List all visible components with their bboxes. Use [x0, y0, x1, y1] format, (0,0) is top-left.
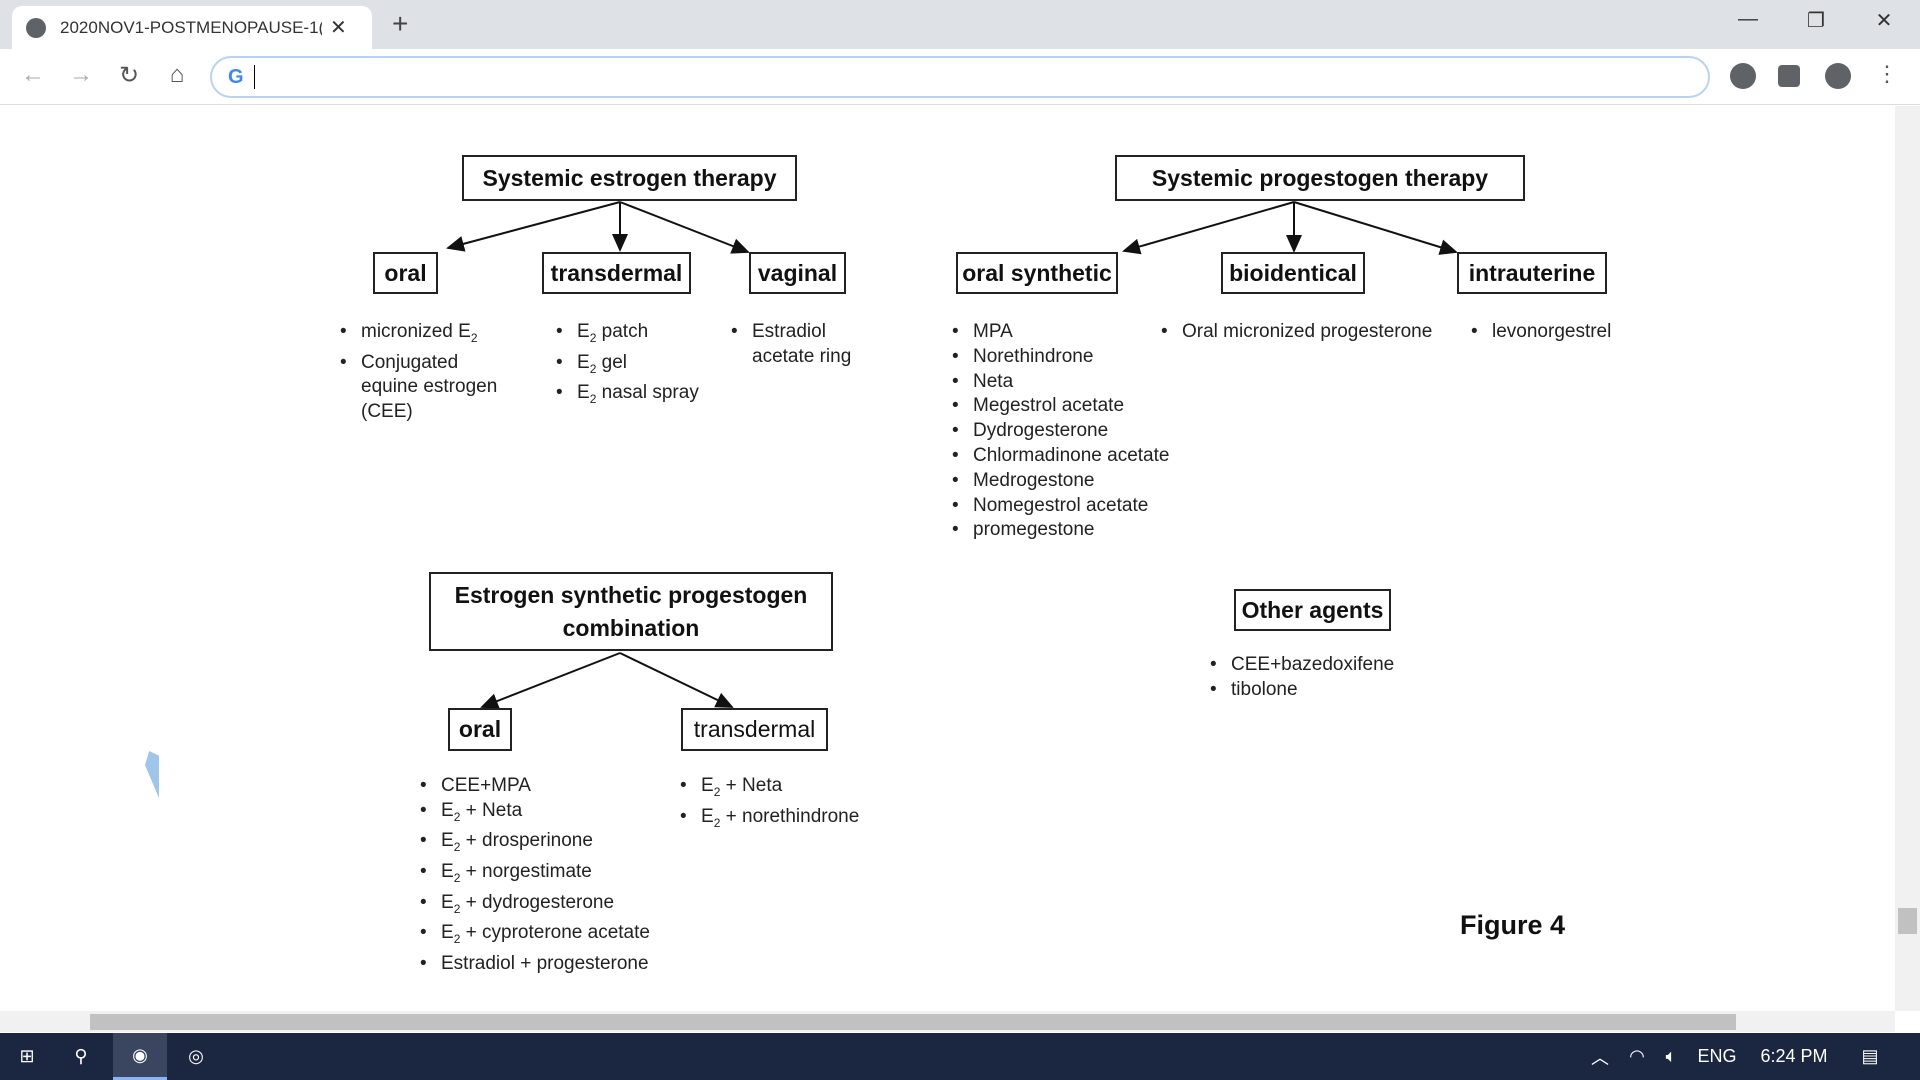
progestogen-bioidentical-box: bioidentical — [1221, 252, 1365, 294]
estrogen-oral-box: oral — [373, 252, 438, 294]
arrow — [480, 652, 621, 709]
list-item: E2 + Neta — [420, 799, 680, 830]
progestogen-bioidentical-list: Oral micronized progesterone — [1161, 320, 1461, 345]
list-item: tibolone — [1210, 678, 1450, 703]
list-item: Estradiol acetate ring — [731, 320, 871, 370]
list-item: Norethindrone — [952, 345, 1192, 370]
list-item: Dydrogesterone — [952, 419, 1192, 444]
list-item: Oral micronized progesterone — [1161, 320, 1461, 345]
vertical-scrollbar[interactable] — [1895, 106, 1920, 1011]
arrow — [619, 201, 750, 254]
list-item: micronized E2 — [340, 320, 520, 351]
clock[interactable]: 6:24 PM — [1752, 1033, 1836, 1080]
taskbar: ⊞ ⚲ ◉ ◎ ︿ ◠ 🔈︎ ENG 6:24 PM ▤ — [0, 1033, 1920, 1080]
list-item: Estradiol + progesterone — [420, 952, 680, 977]
list-item: E2 + cyproterone acetate — [420, 921, 680, 952]
arrow — [1122, 201, 1295, 255]
list-item: E2 nasal spray — [556, 381, 736, 412]
windows-start-icon[interactable]: ⊞ — [0, 1033, 54, 1080]
list-item: CEE+bazedoxifene — [1210, 653, 1450, 678]
list-item: Conjugated equine estrogen (CEE) — [340, 351, 520, 425]
list-item: levonorgestrel — [1471, 320, 1671, 345]
list-item: E2 + Neta — [680, 774, 900, 805]
notification-icon[interactable]: ▤ — [1855, 1033, 1885, 1080]
diagram-arrows — [446, 201, 1458, 709]
estrogen-transdermal-list: E2 patchE2 gelE2 nasal spray — [556, 320, 736, 412]
list-item: E2 gel — [556, 351, 736, 382]
list-item: E2 + dydrogesterone — [420, 891, 680, 922]
list-item: E2 + norgestimate — [420, 860, 680, 891]
list-item: E2 patch — [556, 320, 736, 351]
list-item: E2 + norethindrone — [680, 805, 900, 836]
list-item: MPA — [952, 320, 1192, 345]
combination-transdermal-box: transdermal — [681, 708, 828, 751]
list-item: Medrogestone — [952, 469, 1192, 494]
combination-transdermal-list: E2 + NetaE2 + norethindrone — [680, 774, 900, 835]
list-item: E2 + drosperinone — [420, 829, 680, 860]
systemic-progestogen-box: Systemic progestogen therapy — [1115, 155, 1525, 201]
progestogen-intrauterine-box: intrauterine — [1457, 252, 1607, 294]
other-agents-list: CEE+bazedoxifenetibolone — [1210, 653, 1450, 703]
other-agents-box: Other agents — [1234, 589, 1391, 631]
arrow — [1293, 201, 1458, 255]
progestogen-oral-synthetic-box: oral synthetic — [956, 252, 1118, 294]
list-item: promegestone — [952, 518, 1192, 543]
estrogen-vaginal-box: vaginal — [749, 252, 846, 294]
arrow — [446, 201, 621, 252]
combination-oral-list: CEE+MPAE2 + NetaE2 + drosperinoneE2 + no… — [420, 774, 680, 977]
progestogen-intrauterine-list: levonorgestrel — [1471, 320, 1671, 345]
list-item: Neta — [952, 370, 1192, 395]
arrow — [619, 652, 734, 708]
app-taskbar-icon[interactable]: ◎ — [172, 1033, 220, 1080]
list-item: Nomegestrol acetate — [952, 494, 1192, 519]
language-indicator[interactable]: ENG — [1693, 1033, 1741, 1080]
estrogen-vaginal-list: Estradiol acetate ring — [731, 320, 871, 370]
volume-icon[interactable]: 🔈︎ — [1656, 1033, 1686, 1080]
combination-oral-box: oral — [448, 708, 512, 751]
estrogen-oral-list: micronized E2Conjugated equine estrogen … — [340, 320, 520, 425]
list-item: Megestrol acetate — [952, 394, 1192, 419]
estrogen-transdermal-box: transdermal — [542, 252, 691, 294]
chrome-taskbar-icon[interactable]: ◉ — [113, 1033, 167, 1080]
chevron-up-icon[interactable]: ︿ — [1585, 1033, 1615, 1080]
figure-caption: Figure 4 — [1460, 910, 1566, 940]
progestogen-oral-synthetic-list: MPANorethindroneNetaMegestrol acetateDyd… — [952, 320, 1192, 543]
vertical-scroll-thumb[interactable] — [1898, 908, 1917, 934]
wifi-icon[interactable]: ◠ — [1622, 1033, 1652, 1080]
search-icon[interactable]: ⚲ — [58, 1033, 104, 1080]
combination-box: Estrogen synthetic progestogen combinati… — [429, 572, 833, 651]
list-item: CEE+MPA — [420, 774, 680, 799]
systemic-estrogen-box: Systemic estrogen therapy — [462, 155, 797, 201]
list-item: Chlormadinone acetate — [952, 444, 1192, 469]
horizontal-scroll-thumb[interactable] — [90, 1014, 1736, 1030]
